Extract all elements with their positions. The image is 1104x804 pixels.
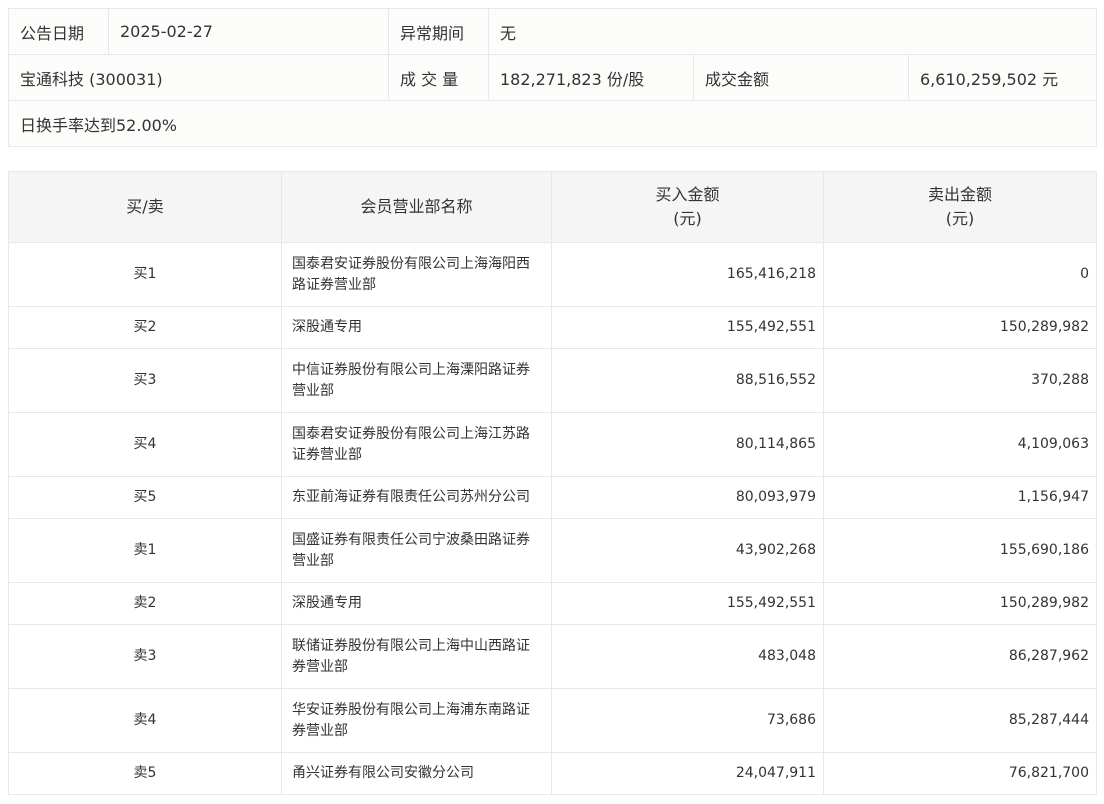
header-side: 买/卖 <box>8 171 282 243</box>
cell-side: 买5 <box>8 476 282 519</box>
date-label: 公告日期 <box>8 8 109 55</box>
cell-side: 买2 <box>8 306 282 349</box>
header-buy-unit: (元) <box>673 209 702 228</box>
table-row: 卖3 联储证券股份有限公司上海中山西路证券营业部 483,048 86,287,962 <box>8 624 1097 689</box>
cell-broker: 国泰君安证券股份有限公司上海海阳西路证券营业部 <box>281 242 552 307</box>
cell-buy: 73,686 <box>551 688 824 753</box>
cell-buy: 88,516,552 <box>551 348 824 413</box>
cell-sell: 76,821,700 <box>823 752 1097 795</box>
stock-info-table: 公告日期 2025-02-27 异常期间 无 宝通科技 (300031) 成 交… <box>7 8 1098 147</box>
header-sell: 卖出金额 (元) <box>823 171 1097 243</box>
table-row: 卖5 甬兴证券有限公司安徽分公司 24,047,911 76,821,700 <box>8 752 1097 795</box>
table-row: 卖1 国盛证券有限责任公司宁波桑田路证券营业部 43,902,268 155,690,… <box>8 518 1097 583</box>
cell-broker: 深股通专用 <box>281 582 552 625</box>
header-buy: 买入金额 (元) <box>551 171 824 243</box>
table-row: 买2 深股通专用 155,492,551 150,289,982 <box>8 306 1097 349</box>
cell-buy: 155,492,551 <box>551 582 824 625</box>
cell-broker: 中信证券股份有限公司上海溧阳路证券营业部 <box>281 348 552 413</box>
cell-buy: 43,902,268 <box>551 518 824 583</box>
amount-label: 成交金额 <box>693 54 909 101</box>
header-broker: 会员营业部名称 <box>281 171 552 243</box>
cell-side: 卖3 <box>8 624 282 689</box>
cell-broker: 国泰君安证券股份有限公司上海江苏路证券营业部 <box>281 412 552 477</box>
cell-broker: 深股通专用 <box>281 306 552 349</box>
cell-sell: 0 <box>823 242 1097 307</box>
table-header: 买/卖 会员营业部名称 买入金额 (元) 卖出金额 (元) <box>8 171 1097 243</box>
stock-name: 宝通科技 (300031) <box>8 54 389 101</box>
header-sell-unit: (元) <box>945 209 975 228</box>
cell-side: 卖2 <box>8 582 282 625</box>
cell-sell: 85,287,444 <box>823 688 1097 753</box>
cell-sell: 150,289,982 <box>823 306 1097 349</box>
cell-broker: 甬兴证券有限公司安徽分公司 <box>281 752 552 795</box>
cell-broker: 国盛证券有限责任公司宁波桑田路证券营业部 <box>281 518 552 583</box>
abnormal-label: 异常期间 <box>388 8 489 55</box>
volume-label: 成 交 量 <box>388 54 489 101</box>
cell-sell: 150,289,982 <box>823 582 1097 625</box>
cell-buy: 155,492,551 <box>551 306 824 349</box>
header-sell-label: 卖出金额 <box>927 185 992 204</box>
header-buy-label: 买入金额 <box>655 185 720 204</box>
cell-side: 买3 <box>8 348 282 413</box>
volume-value: 182,271,823 份/股 <box>488 54 694 101</box>
table-row: 买1 国泰君安证券股份有限公司上海海阳西路证券营业部 165,416,218 0 <box>8 242 1097 307</box>
cell-buy: 483,048 <box>551 624 824 689</box>
cell-buy: 80,093,979 <box>551 476 824 519</box>
cell-buy: 24,047,911 <box>551 752 824 795</box>
cell-side: 卖1 <box>8 518 282 583</box>
table-row: 买5 东亚前海证券有限责任公司苏州分公司 80,093,979 1,156,947 <box>8 476 1097 519</box>
date-value: 2025-02-27 <box>108 8 389 55</box>
cell-side: 卖4 <box>8 688 282 753</box>
table-row: 卖2 深股通专用 155,492,551 150,289,982 <box>8 582 1097 625</box>
amount-value: 6,610,259,502 元 <box>907 54 1098 101</box>
info-row-volume: 宝通科技 (300031) 成 交 量 182,271,823 份/股 成交金额… <box>8 54 1098 101</box>
cell-side: 买4 <box>8 412 282 477</box>
cell-sell: 4,109,063 <box>823 412 1097 477</box>
abnormal-value: 无 <box>487 8 1098 55</box>
cell-broker: 联储证券股份有限公司上海中山西路证券营业部 <box>281 624 552 689</box>
cell-broker: 东亚前海证券有限责任公司苏州分公司 <box>281 476 552 519</box>
info-row-reason: 日换手率达到52.00% <box>7 100 1098 147</box>
table-row: 买3 中信证券股份有限公司上海溧阳路证券营业部 88,516,552 370,288 <box>8 348 1097 413</box>
cell-sell: 86,287,962 <box>823 624 1097 689</box>
table-row: 卖4 华安证券股份有限公司上海浦东南路证券营业部 73,686 85,287,444 <box>8 688 1097 753</box>
cell-sell: 1,156,947 <box>823 476 1097 519</box>
reason: 日换手率达到52.00% <box>7 100 1098 147</box>
cell-buy: 165,416,218 <box>551 242 824 307</box>
info-row-date: 公告日期 2025-02-27 异常期间 无 <box>8 8 1098 55</box>
broker-trades-table: 买/卖 会员营业部名称 买入金额 (元) 卖出金额 (元) 买1 国泰君安证券股份有限… <box>8 171 1097 795</box>
cell-buy: 80,114,865 <box>551 412 824 477</box>
table-row: 买4 国泰君安证券股份有限公司上海江苏路证券营业部 80,114,865 4,109,… <box>8 412 1097 477</box>
cell-sell: 155,690,186 <box>823 518 1097 583</box>
cell-sell: 370,288 <box>823 348 1097 413</box>
cell-side: 卖5 <box>8 752 282 795</box>
cell-broker: 华安证券股份有限公司上海浦东南路证券营业部 <box>281 688 552 753</box>
cell-side: 买1 <box>8 242 282 307</box>
